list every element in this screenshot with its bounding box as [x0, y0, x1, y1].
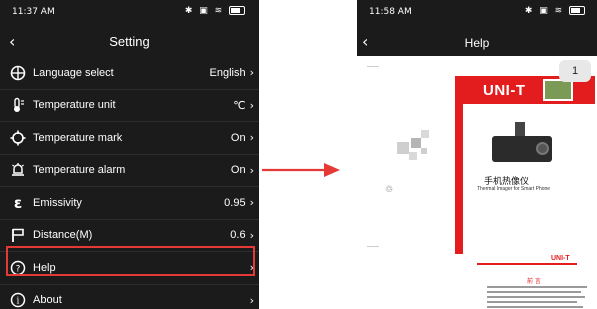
settings-screen: 11:37 AM ✱ ▣ ≋ ‹ Setting Language select…	[0, 0, 259, 309]
chevron-right-icon: ›	[249, 293, 254, 307]
setting-label: Temperature unit	[33, 99, 116, 112]
setting-value: ℃	[233, 99, 246, 112]
setting-label: Emissivity	[33, 196, 82, 209]
setting-value: 0.95	[224, 196, 246, 209]
globe-icon	[10, 65, 26, 81]
page-divider	[367, 66, 379, 67]
setting-label: Temperature mark	[33, 131, 123, 144]
status-icons-text: ✱ ▣ ≋	[184, 6, 225, 16]
status-icons: ✱ ▣ ≋	[525, 6, 585, 16]
setting-label: Temperature alarm	[33, 164, 126, 177]
status-bar: 11:37 AM ✱ ▣ ≋	[0, 0, 259, 24]
setting-label: Language select	[33, 66, 114, 79]
chevron-right-icon: ›	[249, 228, 254, 242]
product-title-en: Thermal Imager for Smart Phone	[477, 186, 551, 192]
status-time: 11:37 AM	[12, 7, 55, 17]
info-icon: i	[10, 292, 26, 308]
qr-code-image	[397, 130, 429, 160]
page-number-badge: 1	[559, 60, 591, 82]
second-page-rule	[477, 263, 577, 265]
crosshair-icon	[10, 130, 26, 146]
alarm-icon	[10, 162, 26, 178]
brand-logo: UNI-T	[483, 82, 526, 99]
setting-row-emissivity[interactable]: ε Emissivity 0.95 ›	[0, 187, 259, 220]
document-viewer[interactable]: ♲ UNI-T 手机热像仪 Thermal Imager for Smart P…	[357, 56, 597, 309]
second-page-heading: 前 言	[527, 278, 541, 285]
cover-side-strip	[455, 104, 463, 254]
chevron-right-icon: ›	[249, 66, 254, 80]
setting-label: Help	[33, 261, 56, 274]
setting-value: On	[230, 164, 246, 177]
status-time: 11:58 AM	[369, 7, 412, 17]
setting-row-temperature-mark[interactable]: Temperature mark On ›	[0, 122, 259, 155]
device-lens	[536, 142, 549, 155]
help-screen: 11:58 AM ✱ ▣ ≋ ‹ Help ♲ UNI-T 手机热像仪 Ther…	[357, 0, 597, 309]
device-connector	[515, 122, 525, 136]
recycle-icon: ♲	[385, 184, 394, 194]
chevron-right-icon: ›	[249, 131, 254, 145]
page-divider	[367, 246, 379, 247]
product-photo-thumb	[543, 79, 573, 101]
chevron-right-icon: ›	[249, 261, 254, 275]
chevron-right-icon: ›	[249, 98, 254, 112]
page-title: Setting	[109, 34, 150, 49]
help-header: 11:58 AM ✱ ▣ ≋ ‹ Help	[357, 0, 597, 56]
setting-value: 0.6	[230, 229, 246, 242]
status-icons-text: ✱ ▣ ≋	[524, 6, 565, 16]
setting-row-temperature-alarm[interactable]: Temperature alarm On ›	[0, 155, 259, 187]
second-page-body-text	[487, 286, 587, 309]
battery-icon	[229, 6, 245, 15]
setting-row-distance[interactable]: Distance(M) 0.6 ›	[0, 220, 259, 252]
setting-value: English	[209, 66, 246, 79]
thermometer-icon	[10, 97, 26, 113]
setting-row-about[interactable]: i About ›	[0, 285, 259, 309]
epsilon-icon: ε	[13, 193, 23, 212]
status-icons: ✱ ▣ ≋	[185, 6, 245, 16]
flag-icon	[10, 227, 26, 243]
settings-list: Language select English › Temperature un…	[0, 57, 259, 309]
help-icon: ?	[10, 260, 26, 276]
setting-row-help[interactable]: ? Help ›	[0, 252, 259, 285]
chevron-right-icon: ›	[249, 196, 254, 210]
battery-icon	[569, 6, 585, 15]
second-page-brand: UNI-T	[551, 255, 570, 262]
setting-label: About	[33, 294, 62, 307]
setting-row-language-select[interactable]: Language select English ›	[0, 57, 259, 90]
nav-bar: ‹ Setting	[0, 28, 259, 54]
setting-row-temperature-unit[interactable]: Temperature unit ℃ ›	[0, 90, 259, 122]
setting-label: Distance(M)	[33, 229, 93, 242]
setting-value: On	[230, 131, 246, 144]
arrow-right-icon	[262, 163, 340, 177]
chevron-right-icon: ›	[249, 163, 254, 177]
page-title: Help	[464, 36, 490, 50]
svg-text:i: i	[17, 297, 20, 307]
svg-text:?: ?	[16, 264, 21, 274]
